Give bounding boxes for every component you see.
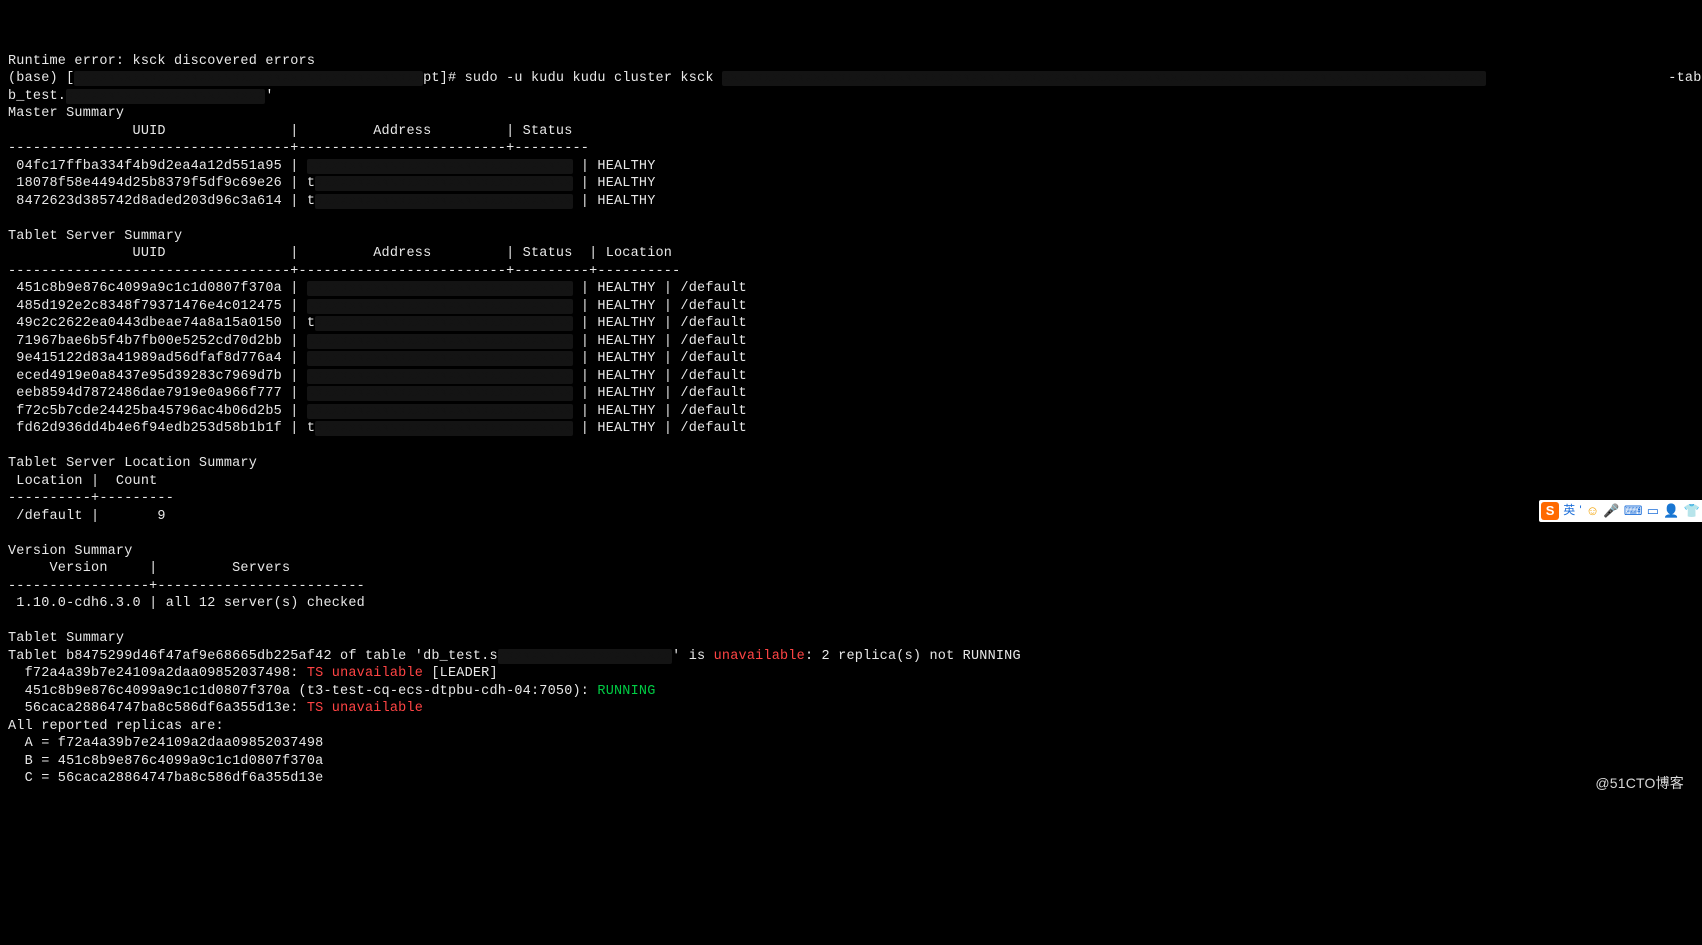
master-row: 18078f58e4494d25b8379f5df9c69e26 | txxxx… bbox=[8, 176, 656, 191]
terminal-output: Runtime error: ksck discovered errors (b… bbox=[8, 53, 1694, 788]
tserver-row: 9e415122d83a41989ad56dfaf8d776a4 | xxxxx… bbox=[8, 351, 747, 366]
tserver-row: 451c8b9e876c4099a9c1c1d0807f370a | xxxxx… bbox=[8, 281, 747, 296]
tserver-header: UUID | Address | Status | Location bbox=[8, 246, 672, 261]
reported-replicas-title: All reported replicas are: bbox=[8, 719, 224, 734]
version-sep: -----------------+----------------------… bbox=[8, 579, 365, 594]
version-header: Version | Servers bbox=[8, 561, 290, 576]
sogou-logo-icon[interactable]: S bbox=[1541, 502, 1559, 520]
tablet-summary-title: Tablet Summary bbox=[8, 631, 124, 646]
tserver-row: eeb8594d7872486dae7919e0a966f777 | xxxxx… bbox=[8, 386, 747, 401]
master-sep: ----------------------------------+-----… bbox=[8, 141, 589, 156]
location-sep: ----------+--------- bbox=[8, 491, 174, 506]
person-icon[interactable]: 👤 bbox=[1663, 502, 1679, 520]
tserver-sep: ----------------------------------+-----… bbox=[8, 264, 680, 279]
master-summary-title: Master Summary bbox=[8, 106, 124, 121]
tserver-row: eced4919e0a8437e95d39283c7969d7b | xxxxx… bbox=[8, 369, 747, 384]
ime-punct-toggle[interactable]: ' bbox=[1579, 502, 1582, 520]
tserver-row: 49c2c2622ea0443dbeae74a8a15a0150 | txxxx… bbox=[8, 316, 747, 331]
keyboard-icon[interactable]: ⌨ bbox=[1624, 502, 1643, 520]
prompt-line-2: b_test.xxxxxxxxxxxxxxxxxxxxxxxx' bbox=[8, 89, 274, 104]
replica-line: 451c8b9e876c4099a9c1c1d0807f370a (t3-tes… bbox=[8, 684, 656, 699]
prompt-line: (base) [xxxxxxxxxxxxxxxxxxxxxxxxxxxxxxxx… bbox=[8, 71, 1702, 86]
master-header: UUID | Address | Status bbox=[8, 124, 573, 139]
tserver-row: 71967bae6b5f4b7fb00e5252cd70d2bb | xxxxx… bbox=[8, 334, 747, 349]
tserver-row: 485d192e2c8348f79371476e4c012475 | xxxxx… bbox=[8, 299, 747, 314]
version-row: 1.10.0-cdh6.3.0 | all 12 server(s) check… bbox=[8, 596, 365, 611]
tserver-row: fd62d936dd4b4e6f94edb253d58b1b1f | txxxx… bbox=[8, 421, 747, 436]
location-header: Location | Count bbox=[8, 474, 157, 489]
watermark: @51CTO博客 bbox=[1595, 775, 1684, 793]
skin-icon[interactable]: 👕 bbox=[1684, 502, 1700, 520]
tablet-status-line: Tablet b8475299d46f47af9e68665db225af42 … bbox=[8, 649, 1021, 664]
emoji-icon[interactable]: ☺ bbox=[1586, 502, 1599, 520]
master-row: 8472623d385742d8aded203d96c3a614 | txxxx… bbox=[8, 194, 656, 209]
master-row: 04fc17ffba334f4b9d2ea4a12d551a95 | xxxxx… bbox=[8, 159, 656, 174]
replica-line: f72a4a39b7e24109a2daa09852037498: TS una… bbox=[8, 666, 498, 681]
screen-icon[interactable]: ▭ bbox=[1647, 502, 1659, 520]
replica-id: C = 56caca28864747ba8c586df6a355d13e bbox=[8, 771, 323, 786]
replica-id: A = f72a4a39b7e24109a2daa09852037498 bbox=[8, 736, 323, 751]
ime-toolbar[interactable]: S 英 ' ☺ 🎤 ⌨ ▭ 👤 👕 bbox=[1539, 500, 1702, 522]
tserver-row: f72c5b7cde24425ba45796ac4b06d2b5 | xxxxx… bbox=[8, 404, 747, 419]
tserver-summary-title: Tablet Server Summary bbox=[8, 229, 182, 244]
replica-id: B = 451c8b9e876c4099a9c1c1d0807f370a bbox=[8, 754, 323, 769]
ime-language-toggle[interactable]: 英 bbox=[1563, 502, 1575, 520]
version-summary-title: Version Summary bbox=[8, 544, 133, 559]
location-summary-title: Tablet Server Location Summary bbox=[8, 456, 257, 471]
error-line: Runtime error: ksck discovered errors bbox=[8, 54, 315, 69]
mic-icon[interactable]: 🎤 bbox=[1603, 502, 1619, 520]
location-row: /default | 9 bbox=[8, 509, 166, 524]
replica-line: 56caca28864747ba8c586df6a355d13e: TS una… bbox=[8, 701, 423, 716]
